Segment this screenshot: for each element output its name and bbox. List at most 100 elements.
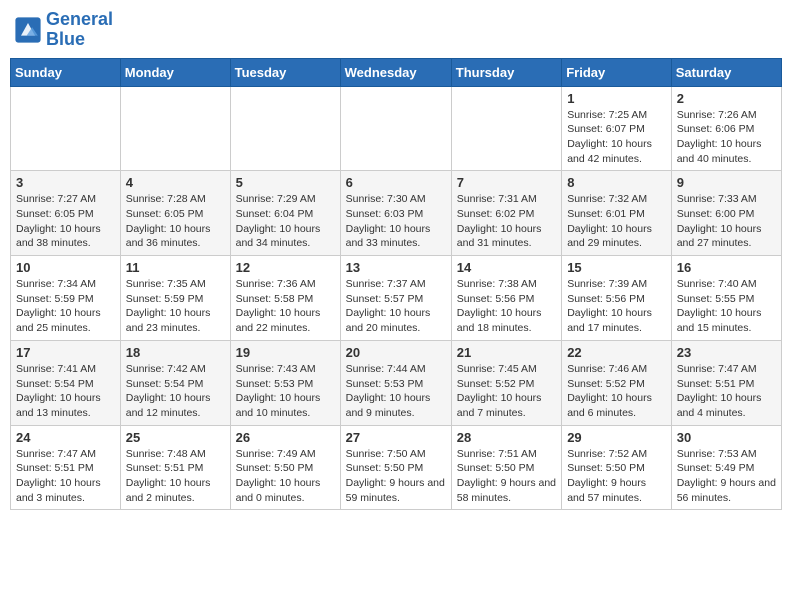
calendar-cell: 28 Sunrise: 7:51 AM Sunset: 5:50 PM Dayli…: [451, 425, 561, 510]
calendar-cell: 26 Sunrise: 7:49 AM Sunset: 5:50 PM Dayli…: [230, 425, 340, 510]
day-number: 20: [346, 345, 446, 360]
logo-text: General Blue: [46, 10, 113, 50]
day-info: Sunrise: 7:28 AM Sunset: 6:05 PM Dayligh…: [126, 192, 225, 251]
day-info: Sunrise: 7:27 AM Sunset: 6:05 PM Dayligh…: [16, 192, 115, 251]
day-info: Sunrise: 7:36 AM Sunset: 5:58 PM Dayligh…: [236, 277, 335, 336]
weekday-header-tuesday: Tuesday: [230, 58, 340, 86]
day-info: Sunrise: 7:52 AM Sunset: 5:50 PM Dayligh…: [567, 447, 666, 506]
day-info: Sunrise: 7:53 AM Sunset: 5:49 PM Dayligh…: [677, 447, 776, 506]
day-info: Sunrise: 7:34 AM Sunset: 5:59 PM Dayligh…: [16, 277, 115, 336]
page-header: General Blue: [10, 10, 782, 50]
calendar-week-4: 17Sunrise: 7:41 AM Sunset: 5:54 PM Dayli…: [11, 340, 782, 425]
calendar-cell: 20 Sunrise: 7:44 AM Sunset: 5:53 PM Dayli…: [340, 340, 451, 425]
weekday-header-saturday: Saturday: [671, 58, 781, 86]
calendar-week-3: 10 Sunrise: 7:34 AM Sunset: 5:59 PM Dayli…: [11, 256, 782, 341]
calendar-cell: 6Sunrise: 7:30 AM Sunset: 6:03 PM Daylig…: [340, 171, 451, 256]
day-number: 16: [677, 260, 776, 275]
weekday-header-thursday: Thursday: [451, 58, 561, 86]
day-info: Sunrise: 7:51 AM Sunset: 5:50 PM Dayligh…: [457, 447, 556, 506]
calendar-cell: 24 Sunrise: 7:47 AM Sunset: 5:51 PM Dayli…: [11, 425, 121, 510]
calendar-cell: 13 Sunrise: 7:37 AM Sunset: 5:57 PM Dayli…: [340, 256, 451, 341]
day-number: 21: [457, 345, 556, 360]
calendar-cell: 30 Sunrise: 7:53 AM Sunset: 5:49 PM Dayli…: [671, 425, 781, 510]
calendar-cell: [120, 86, 230, 171]
day-number: 26: [236, 430, 335, 445]
calendar-cell: 2 Sunrise: 7:26 AM Sunset: 6:06 PM Daylig…: [671, 86, 781, 171]
calendar-cell: 8Sunrise: 7:32 AM Sunset: 6:01 PM Daylig…: [562, 171, 672, 256]
day-number: 5: [236, 175, 335, 190]
logo-icon: [14, 16, 42, 44]
day-number: 23: [677, 345, 776, 360]
calendar-cell: 10 Sunrise: 7:34 AM Sunset: 5:59 PM Dayli…: [11, 256, 121, 341]
day-number: 25: [126, 430, 225, 445]
calendar-cell: 7 Sunrise: 7:31 AM Sunset: 6:02 PM Daylig…: [451, 171, 561, 256]
calendar-week-2: 3 Sunrise: 7:27 AM Sunset: 6:05 PM Daylig…: [11, 171, 782, 256]
calendar-week-5: 24 Sunrise: 7:47 AM Sunset: 5:51 PM Dayli…: [11, 425, 782, 510]
day-info: Sunrise: 7:50 AM Sunset: 5:50 PM Dayligh…: [346, 447, 446, 506]
day-number: 4: [126, 175, 225, 190]
day-info: Sunrise: 7:37 AM Sunset: 5:57 PM Dayligh…: [346, 277, 446, 336]
day-info: Sunrise: 7:38 AM Sunset: 5:56 PM Dayligh…: [457, 277, 556, 336]
weekday-header-row: SundayMondayTuesdayWednesdayThursdayFrid…: [11, 58, 782, 86]
day-info: Sunrise: 7:29 AM Sunset: 6:04 PM Dayligh…: [236, 192, 335, 251]
calendar-cell: 15 Sunrise: 7:39 AM Sunset: 5:56 PM Dayli…: [562, 256, 672, 341]
calendar-cell: 5 Sunrise: 7:29 AM Sunset: 6:04 PM Daylig…: [230, 171, 340, 256]
calendar-cell: 4 Sunrise: 7:28 AM Sunset: 6:05 PM Daylig…: [120, 171, 230, 256]
day-info: Sunrise: 7:41 AM Sunset: 5:54 PM Dayligh…: [16, 362, 115, 421]
calendar-table: SundayMondayTuesdayWednesdayThursdayFrid…: [10, 58, 782, 511]
calendar-cell: 25 Sunrise: 7:48 AM Sunset: 5:51 PM Dayli…: [120, 425, 230, 510]
calendar-cell: 29 Sunrise: 7:52 AM Sunset: 5:50 PM Dayli…: [562, 425, 672, 510]
calendar-cell: 11 Sunrise: 7:35 AM Sunset: 5:59 PM Dayli…: [120, 256, 230, 341]
day-info: Sunrise: 7:47 AM Sunset: 5:51 PM Dayligh…: [677, 362, 776, 421]
day-number: 7: [457, 175, 556, 190]
calendar-cell: 17Sunrise: 7:41 AM Sunset: 5:54 PM Dayli…: [11, 340, 121, 425]
day-info: Sunrise: 7:49 AM Sunset: 5:50 PM Dayligh…: [236, 447, 335, 506]
day-info: Sunrise: 7:31 AM Sunset: 6:02 PM Dayligh…: [457, 192, 556, 251]
logo: General Blue: [14, 10, 113, 50]
calendar-cell: 1 Sunrise: 7:25 AM Sunset: 6:07 PM Daylig…: [562, 86, 672, 171]
calendar-cell: 19 Sunrise: 7:43 AM Sunset: 5:53 PM Dayli…: [230, 340, 340, 425]
day-number: 1: [567, 91, 666, 106]
day-number: 24: [16, 430, 115, 445]
weekday-header-sunday: Sunday: [11, 58, 121, 86]
calendar-cell: 3 Sunrise: 7:27 AM Sunset: 6:05 PM Daylig…: [11, 171, 121, 256]
day-info: Sunrise: 7:33 AM Sunset: 6:00 PM Dayligh…: [677, 192, 776, 251]
day-info: Sunrise: 7:39 AM Sunset: 5:56 PM Dayligh…: [567, 277, 666, 336]
day-number: 18: [126, 345, 225, 360]
calendar-cell: 21Sunrise: 7:45 AM Sunset: 5:52 PM Dayli…: [451, 340, 561, 425]
day-number: 29: [567, 430, 666, 445]
calendar-cell: 22Sunrise: 7:46 AM Sunset: 5:52 PM Dayli…: [562, 340, 672, 425]
day-number: 10: [16, 260, 115, 275]
day-number: 28: [457, 430, 556, 445]
day-info: Sunrise: 7:44 AM Sunset: 5:53 PM Dayligh…: [346, 362, 446, 421]
day-number: 27: [346, 430, 446, 445]
day-number: 9: [677, 175, 776, 190]
day-info: Sunrise: 7:48 AM Sunset: 5:51 PM Dayligh…: [126, 447, 225, 506]
day-number: 19: [236, 345, 335, 360]
calendar-cell: 16 Sunrise: 7:40 AM Sunset: 5:55 PM Dayli…: [671, 256, 781, 341]
day-info: Sunrise: 7:43 AM Sunset: 5:53 PM Dayligh…: [236, 362, 335, 421]
calendar-cell: 12Sunrise: 7:36 AM Sunset: 5:58 PM Dayli…: [230, 256, 340, 341]
calendar-cell: [340, 86, 451, 171]
day-number: 3: [16, 175, 115, 190]
day-info: Sunrise: 7:47 AM Sunset: 5:51 PM Dayligh…: [16, 447, 115, 506]
day-info: Sunrise: 7:40 AM Sunset: 5:55 PM Dayligh…: [677, 277, 776, 336]
calendar-cell: 27 Sunrise: 7:50 AM Sunset: 5:50 PM Dayli…: [340, 425, 451, 510]
day-number: 13: [346, 260, 446, 275]
calendar-cell: 9 Sunrise: 7:33 AM Sunset: 6:00 PM Daylig…: [671, 171, 781, 256]
weekday-header-monday: Monday: [120, 58, 230, 86]
day-number: 15: [567, 260, 666, 275]
day-number: 11: [126, 260, 225, 275]
day-number: 8: [567, 175, 666, 190]
day-number: 14: [457, 260, 556, 275]
day-info: Sunrise: 7:30 AM Sunset: 6:03 PM Dayligh…: [346, 192, 446, 251]
day-info: Sunrise: 7:25 AM Sunset: 6:07 PM Dayligh…: [567, 108, 666, 167]
calendar-cell: [230, 86, 340, 171]
day-info: Sunrise: 7:26 AM Sunset: 6:06 PM Dayligh…: [677, 108, 776, 167]
calendar-cell: 14 Sunrise: 7:38 AM Sunset: 5:56 PM Dayli…: [451, 256, 561, 341]
day-number: 22: [567, 345, 666, 360]
day-number: 30: [677, 430, 776, 445]
day-number: 2: [677, 91, 776, 106]
day-info: Sunrise: 7:35 AM Sunset: 5:59 PM Dayligh…: [126, 277, 225, 336]
weekday-header-friday: Friday: [562, 58, 672, 86]
